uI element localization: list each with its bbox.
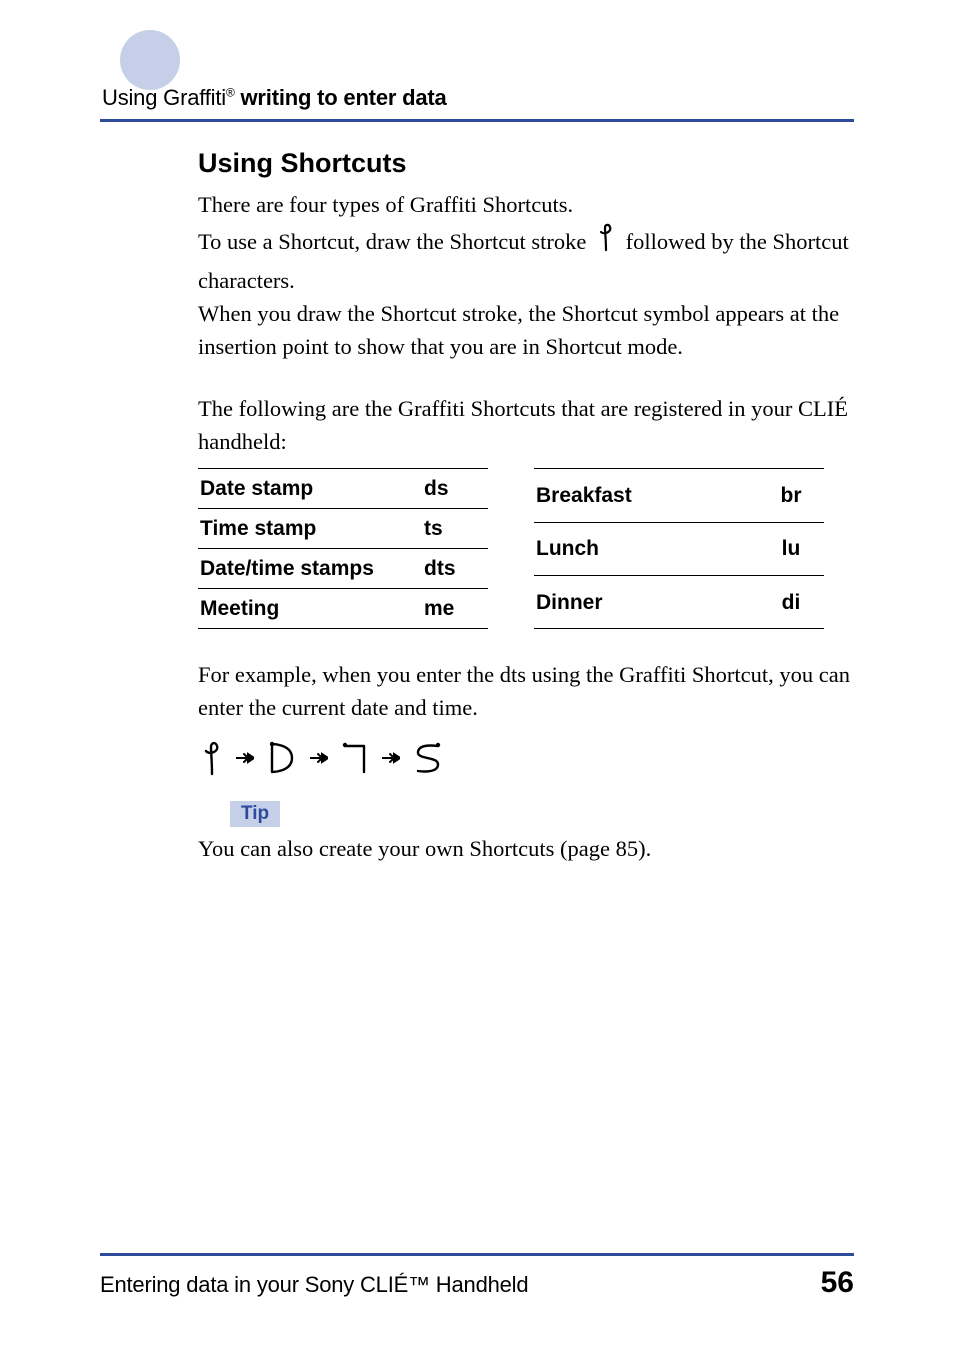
table-row: Dinnerdi (534, 576, 824, 629)
table-row: Meetingme (198, 589, 488, 629)
shortcut-name: Date/time stamps (198, 549, 418, 589)
header-prefix: Using Graffiti (102, 85, 226, 110)
content-area: Using Shortcuts There are four types of … (198, 148, 854, 865)
shortcuts-table-right: Breakfastbr Lunchlu Dinnerdi (534, 468, 824, 629)
table-row: Date/time stampsdts (198, 549, 488, 589)
page: Using Graffiti® writing to enter data Us… (0, 0, 954, 1352)
paragraph-2: To use a Shortcut, draw the Shortcut str… (198, 222, 854, 298)
section-heading: Using Shortcuts (198, 148, 854, 179)
shortcut-name: Breakfast (534, 469, 754, 522)
shortcut-code: lu (754, 522, 824, 575)
shortcut-name: Meeting (198, 589, 418, 629)
header-rule (100, 119, 854, 122)
paragraph-3: When you draw the Shortcut stroke, the S… (198, 298, 854, 363)
shortcuts-table-left: Date stampds Time stampts Date/time stam… (198, 468, 488, 629)
shortcut-stroke-icon (200, 739, 224, 777)
graffiti-sequence (200, 739, 854, 777)
footer: Entering data in your Sony CLIÉ™ Handhel… (100, 1253, 854, 1300)
shortcut-name: Dinner (534, 576, 754, 629)
arrow-icon (382, 751, 400, 765)
shortcut-name: Lunch (534, 522, 754, 575)
graffiti-s-icon (412, 739, 444, 777)
header-circle-decor (120, 30, 180, 90)
shortcut-code: ds (418, 469, 488, 509)
shortcut-code: me (418, 589, 488, 629)
running-header: Using Graffiti® writing to enter data (102, 85, 447, 111)
paragraph-4: The following are the Graffiti Shortcuts… (198, 393, 854, 458)
footer-title: Entering data in your Sony CLIÉ™ Handhel… (100, 1272, 528, 1298)
paragraph-1: There are four types of Graffiti Shortcu… (198, 189, 854, 222)
shortcuts-tables: Date stampds Time stampts Date/time stam… (198, 468, 854, 629)
shortcut-stroke-icon (596, 222, 616, 262)
header-suffix: writing to enter data (235, 85, 447, 110)
shortcut-code: dts (418, 549, 488, 589)
registered-symbol: ® (226, 86, 235, 100)
shortcut-name: Date stamp (198, 469, 418, 509)
tip-text: You can also create your own Shortcuts (… (198, 833, 854, 866)
paragraph-5: For example, when you enter the dts usin… (198, 659, 854, 724)
shortcut-code: ts (418, 509, 488, 549)
shortcut-code: br (754, 469, 824, 522)
footer-rule (100, 1253, 854, 1256)
graffiti-d-icon (266, 739, 298, 777)
table-row: Lunchlu (534, 522, 824, 575)
tip-label: Tip (230, 801, 280, 827)
graffiti-t-icon (340, 739, 370, 777)
shortcut-name: Time stamp (198, 509, 418, 549)
table-row: Breakfastbr (534, 469, 824, 522)
arrow-icon (310, 751, 328, 765)
table-row: Date stampds (198, 469, 488, 509)
table-row: Time stampts (198, 509, 488, 549)
shortcut-code: di (754, 576, 824, 629)
arrow-icon (236, 751, 254, 765)
paragraph-2a: To use a Shortcut, draw the Shortcut str… (198, 229, 592, 254)
page-number: 56 (821, 1266, 854, 1300)
